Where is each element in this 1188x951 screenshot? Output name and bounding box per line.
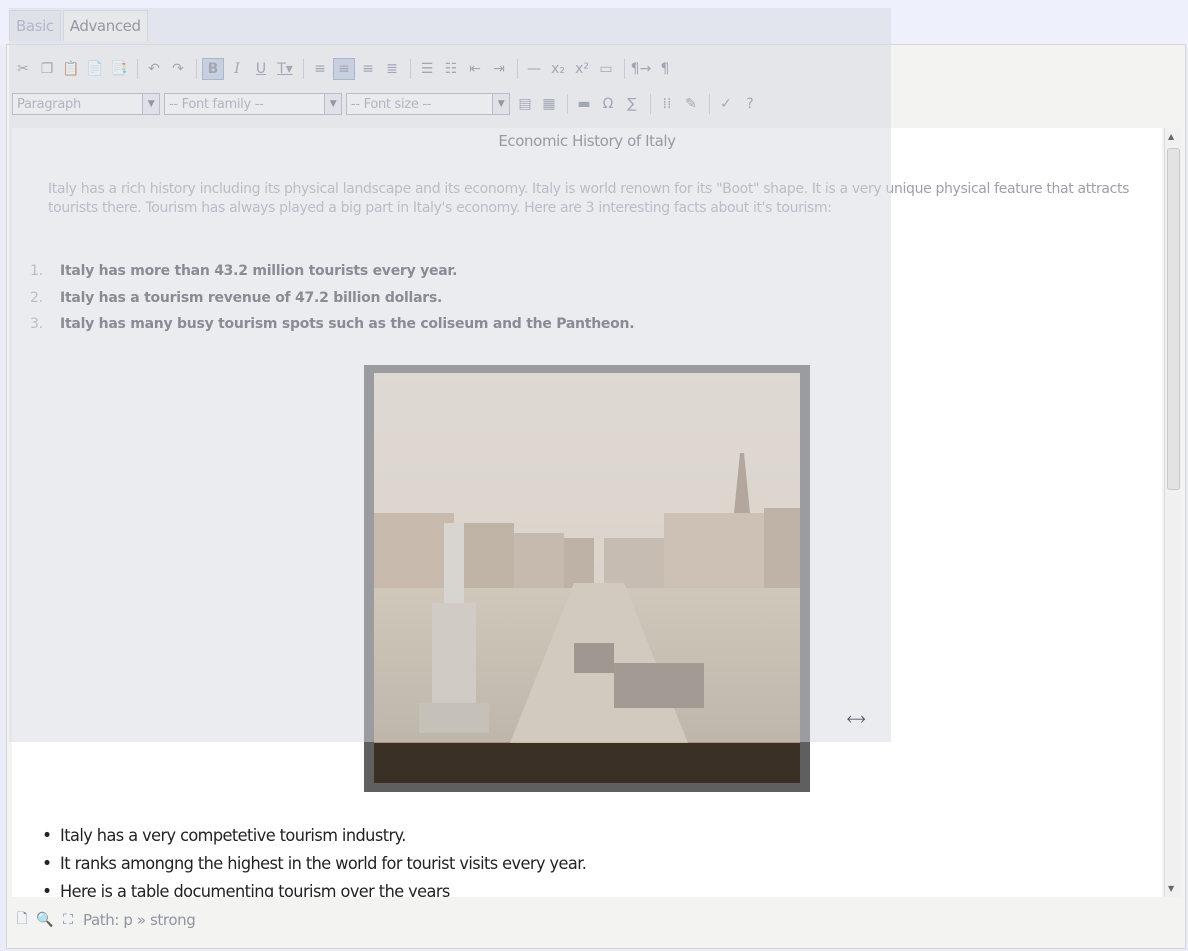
fact-text: Italy has a tourism revenue of 47.2 bill… <box>60 289 443 306</box>
embedded-photo[interactable] <box>364 365 810 792</box>
align-right-icon[interactable]: ≡ <box>357 58 379 80</box>
element-path: Path: p » strong <box>83 911 196 929</box>
rtl-icon[interactable]: ¶ <box>654 58 676 80</box>
indent-icon[interactable]: ⇥ <box>488 58 510 80</box>
align-justify-icon[interactable]: ≣ <box>381 58 403 80</box>
cut-icon[interactable]: ✂ <box>12 58 34 80</box>
status-bar: 🗋 🔍 ⛶ Path: p » strong <box>12 900 1180 940</box>
toolbar-separator <box>650 94 651 114</box>
cleanup-icon[interactable]: ✎ <box>680 93 702 115</box>
subscript-icon[interactable]: x₂ <box>547 58 569 80</box>
bold-icon[interactable]: B <box>202 58 224 80</box>
tab-basic[interactable]: Basic <box>9 10 61 41</box>
font-family-select[interactable]: -- Font family -- ▼ <box>164 93 342 115</box>
special-char-icon[interactable]: Ω <box>597 93 619 115</box>
toolbar-separator <box>137 59 138 79</box>
list-number: 1. <box>30 263 43 279</box>
list-number: 2. <box>30 289 43 306</box>
horizontal-rule-icon[interactable]: — <box>523 58 545 80</box>
spellcheck-icon[interactable]: ✓ <box>715 93 737 115</box>
italic-icon[interactable]: I <box>226 58 248 80</box>
scroll-down-icon[interactable]: ▼ <box>1168 884 1174 893</box>
font-family-select-value: -- Font family -- <box>169 96 264 112</box>
list-number: 3. <box>30 316 43 332</box>
align-center-icon[interactable]: ≡ <box>333 58 355 80</box>
redo-icon[interactable]: ↷ <box>167 58 189 80</box>
list-item: Italy has a very competetive tourism ind… <box>42 822 586 850</box>
fact-text: Italy has more than 43.2 million tourist… <box>60 263 458 279</box>
paste-word-icon[interactable]: 📑 <box>108 58 130 80</box>
editor-content-area[interactable]: Economic History of Italy Italy has a ri… <box>12 128 1162 897</box>
vertical-scrollbar[interactable]: ▲ ▼ <box>1164 128 1181 897</box>
align-left-icon[interactable]: ≡ <box>309 58 331 80</box>
toolbar-separator <box>410 59 411 79</box>
scroll-up-icon[interactable]: ▲ <box>1168 132 1174 141</box>
tab-advanced[interactable]: Advanced <box>62 10 148 41</box>
ltr-icon[interactable]: ¶→ <box>630 58 652 80</box>
source-code-icon[interactable]: ⁞⁞ <box>656 93 678 115</box>
toolbar-separator <box>196 59 197 79</box>
toolbar-row-formatting: ✂ ❐ 📋 📄 📑 ↶ ↷ B I U T▾ ≡ ≡ ≡ ≣ ☰ ☷ ⇤ ⇥ —… <box>12 54 678 84</box>
toolbar-separator <box>567 94 568 114</box>
numbered-list-icon[interactable]: ☷ <box>440 58 462 80</box>
superscript-icon[interactable]: x² <box>571 58 593 80</box>
undo-icon[interactable]: ↶ <box>143 58 165 80</box>
new-document-icon[interactable]: 🗋 <box>12 909 32 931</box>
toolbar-separator <box>303 59 304 79</box>
document-title: Economic History of Italy <box>498 132 676 150</box>
fact-text: Italy has many busy tourism spots such a… <box>60 316 635 332</box>
list-item: Here is a table documenting tourism over… <box>42 878 586 897</box>
chevron-down-icon[interactable]: ▼ <box>324 94 341 114</box>
paste-icon[interactable]: 📋 <box>60 58 82 80</box>
underline-icon[interactable]: U <box>250 58 272 80</box>
copy-icon[interactable]: ❐ <box>36 58 58 80</box>
toolbar-row-selects: Paragraph ▼ -- Font family -- ▼ -- Font … <box>12 91 763 117</box>
help-icon[interactable]: ? <box>739 93 761 115</box>
list-item: 3. Italy has many busy tourism spots such… <box>30 311 635 338</box>
outdent-icon[interactable]: ⇤ <box>464 58 486 80</box>
paragraph-select-value: Paragraph <box>17 96 81 112</box>
editor-tabs: Basic Advanced <box>9 10 148 42</box>
list-item: 2. Italy has a tourism revenue of 47.2 bi… <box>30 285 634 312</box>
city-square-photo <box>374 373 800 783</box>
font-size-select[interactable]: -- Font size -- ▼ <box>346 93 510 115</box>
tourism-bullets: Italy has a very competetive tourism ind… <box>42 822 615 897</box>
font-size-select-value: -- Font size -- <box>351 96 432 112</box>
toolbar-separator <box>517 59 518 79</box>
intro-paragraph: Italy has a rich history including its p… <box>48 181 1130 216</box>
scrollbar-thumb[interactable] <box>1167 148 1180 490</box>
toolbar-separator <box>624 59 625 79</box>
equation-icon[interactable]: ∑ <box>621 93 643 115</box>
preview-icon[interactable]: 🔍 <box>35 909 55 931</box>
chevron-down-icon[interactable]: ▼ <box>142 94 159 114</box>
toolbar-separator <box>709 94 710 114</box>
paste-text-icon[interactable]: 📄 <box>84 58 106 80</box>
window-top-strip <box>0 0 1188 46</box>
bullet-list-icon[interactable]: ☰ <box>416 58 438 80</box>
highlight-icon[interactable]: ▬ <box>573 93 595 115</box>
fullscreen-icon[interactable]: ⛶ <box>58 909 78 931</box>
list-item: It ranks amongng the highest in the worl… <box>42 850 587 878</box>
chevron-down-icon[interactable]: ▼ <box>492 94 509 114</box>
list-item: 1. Italy has more than 43.2 million touri… <box>30 258 634 285</box>
font-color-icon[interactable]: T▾ <box>274 58 296 80</box>
strikethrough-icon[interactable]: ▭ <box>595 58 617 80</box>
facts-list: 1. Italy has more than 43.2 million touri… <box>30 258 635 338</box>
insert-layer-icon[interactable]: ▤ <box>514 93 536 115</box>
paragraph-select[interactable]: Paragraph ▼ <box>12 93 160 115</box>
table-icon[interactable]: ▦ <box>538 93 560 115</box>
